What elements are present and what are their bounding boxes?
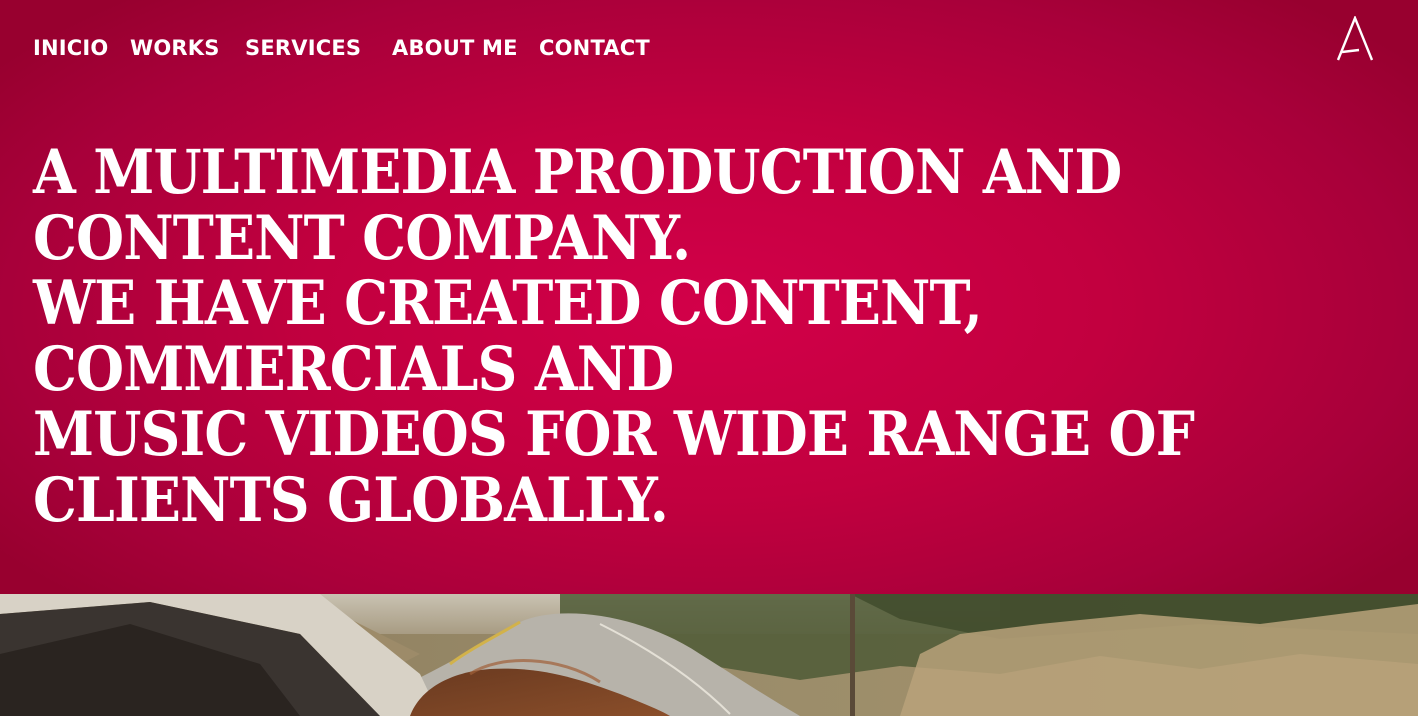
- letter-a-logo-icon[interactable]: [1336, 14, 1374, 62]
- headline-line-6: CLIENTS GLOBALLY.: [33, 464, 669, 536]
- headline-line-3: WE HAVE CREATED CONTENT,: [33, 268, 983, 339]
- headline-line-2: CONTENT COMPANY.: [33, 202, 691, 274]
- nav-link-services[interactable]: SERVICES: [245, 33, 361, 63]
- road-trip-photo-illustration: [0, 594, 1418, 716]
- nav-link-inicio[interactable]: INICIO: [33, 33, 108, 63]
- hero-headline: A MULTIMEDIA PRODUCTION AND CONTENT COMP…: [33, 140, 1393, 533]
- headline-line-1: A MULTIMEDIA PRODUCTION AND: [33, 137, 1122, 208]
- letter-a-logo-svg: [1336, 14, 1374, 61]
- headline-line-4: COMMERCIALS AND: [33, 333, 674, 405]
- hero-photo-car-road: [0, 594, 1418, 716]
- nav-link-about-me[interactable]: ABOUT ME: [392, 33, 518, 63]
- headline-line-5: MUSIC VIDEOS FOR WIDE RANGE OF: [33, 399, 1195, 470]
- nav-link-contact[interactable]: CONTACT: [539, 33, 650, 63]
- hero-section: INICIO WORKS SERVICES ABOUT ME CONTACT A…: [0, 0, 1418, 594]
- nav-link-works[interactable]: WORKS: [130, 33, 220, 63]
